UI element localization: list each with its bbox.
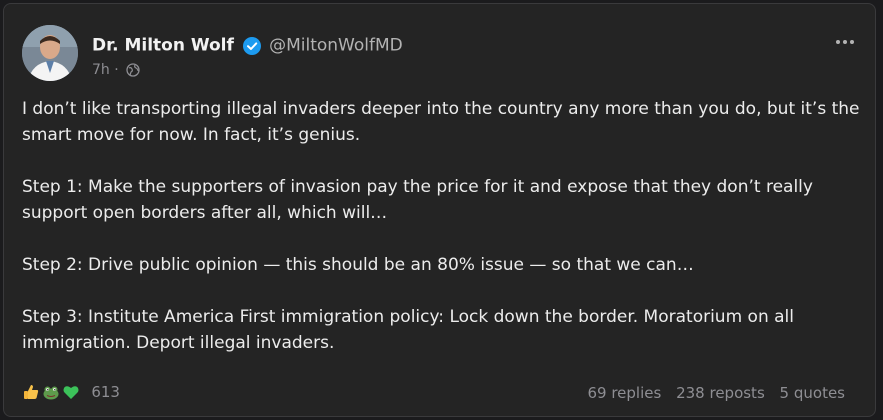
reposts-link[interactable]: 238 reposts <box>676 384 765 402</box>
post-paragraph-1: I don’t like transporting illegal invade… <box>22 99 860 145</box>
post-text: I don’t like transporting illegal invade… <box>22 96 862 382</box>
avatar[interactable] <box>22 25 78 81</box>
post-paragraph-4: Step 3: Institute America First immigrat… <box>22 307 794 353</box>
verified-badge-icon <box>243 36 261 55</box>
meta-separator: · <box>114 62 119 78</box>
author-line: Dr. Milton Wolf @MiltonWolfMD <box>92 35 403 56</box>
globe-icon <box>126 63 140 77</box>
post-card: Dr. Milton Wolf @MiltonWolfMD 7h · I don… <box>3 3 876 417</box>
frog-icon <box>43 386 59 399</box>
green-heart-icon <box>63 385 79 399</box>
post-paragraph-3: Step 2: Drive public opinion — this shou… <box>22 255 694 275</box>
post-header: Dr. Milton Wolf @MiltonWolfMD 7h · <box>22 25 857 85</box>
post-paragraph-2: Step 1: Make the supporters of invasion … <box>22 177 813 223</box>
post-time[interactable]: 7h <box>92 62 110 78</box>
reaction-count: 613 <box>91 382 120 401</box>
post-footer: 613 69 replies 238 reposts 5 quotes <box>22 380 857 408</box>
reactions-summary[interactable]: 613 <box>22 382 120 401</box>
author-display-name[interactable]: Dr. Milton Wolf <box>92 36 234 56</box>
replies-link[interactable]: 69 replies <box>587 384 661 402</box>
post-stats: 69 replies 238 reposts 5 quotes <box>577 384 845 402</box>
quotes-link[interactable]: 5 quotes <box>780 384 845 402</box>
post-meta: 7h · <box>92 62 140 78</box>
author-handle[interactable]: @MiltonWolfMD <box>269 36 403 56</box>
avatar-photo <box>22 25 78 81</box>
more-options-icon[interactable] <box>833 35 857 49</box>
thumbs-up-icon <box>24 384 39 399</box>
